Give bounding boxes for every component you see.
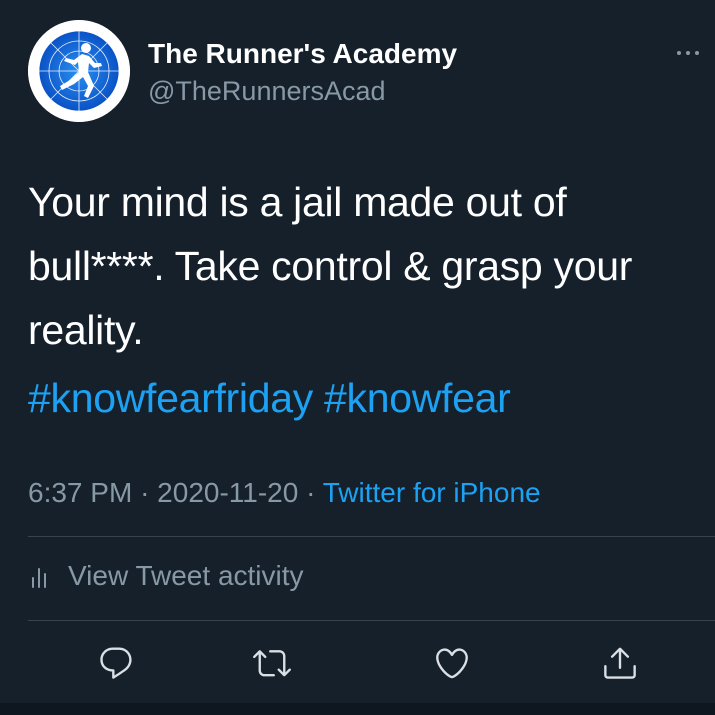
share-button[interactable] — [597, 640, 643, 686]
analytics-icon — [32, 568, 46, 588]
hashtag-link[interactable]: #knowfear — [324, 375, 511, 421]
bottom-edge — [0, 703, 715, 715]
retweet-icon — [253, 650, 291, 677]
reply-icon — [100, 647, 132, 679]
like-button[interactable] — [429, 640, 475, 686]
reply-button[interactable] — [93, 640, 139, 686]
more-dot-icon — [686, 51, 690, 55]
share-icon — [604, 647, 636, 679]
heart-icon — [436, 648, 468, 679]
runner-logo-icon — [28, 20, 130, 122]
tweet-text: Your mind is a jail made out of bull****… — [28, 179, 633, 353]
tweet-time[interactable]: 6:37 PM — [28, 477, 132, 508]
divider — [28, 620, 715, 621]
more-dot-icon — [695, 51, 699, 55]
hashtags: #knowfearfriday #knowfear — [28, 372, 511, 424]
retweet-button[interactable] — [249, 640, 295, 686]
divider — [28, 536, 715, 537]
meta-separator: · — [140, 477, 150, 508]
tweet-source-link[interactable]: Twitter for iPhone — [323, 477, 541, 508]
activity-label: View Tweet activity — [68, 560, 304, 591]
more-options-button[interactable] — [668, 40, 708, 66]
more-dot-icon — [677, 51, 681, 55]
author-name[interactable]: The Runner's Academy — [148, 38, 457, 70]
hashtag-link[interactable]: #knowfearfriday — [28, 375, 313, 421]
author-handle[interactable]: @TheRunnersAcad — [148, 76, 386, 107]
meta-separator: · — [306, 477, 316, 508]
view-tweet-activity-button[interactable]: View Tweet activity — [28, 556, 304, 596]
action-bar — [0, 640, 715, 686]
tweet-meta: 6:37 PM · 2020-11-20 · Twitter for iPhon… — [28, 477, 541, 509]
tweet-date[interactable]: 2020-11-20 — [157, 477, 298, 508]
tweet-card: The Runner's Academy @TheRunnersAcad You… — [0, 0, 715, 715]
avatar[interactable] — [28, 20, 130, 122]
